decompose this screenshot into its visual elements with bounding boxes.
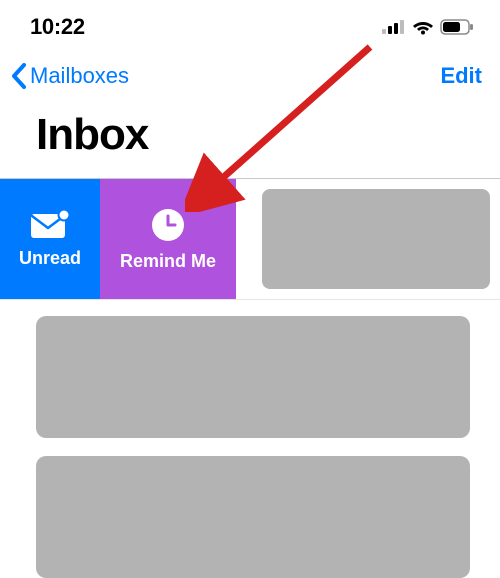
remind-label: Remind Me [120,251,216,272]
message-list[interactable] [0,300,500,578]
status-icons [382,19,474,35]
back-label: Mailboxes [30,63,129,89]
envelope-icon [29,210,71,240]
mark-unread-button[interactable]: Unread [0,179,100,299]
unread-label: Unread [19,248,81,269]
edit-button[interactable]: Edit [440,63,482,89]
clock-icon [150,207,186,243]
page-title: Inbox [0,96,500,178]
status-bar: 10:22 [0,0,500,50]
chevron-left-icon [10,62,28,90]
status-time: 10:22 [30,14,85,40]
battery-icon [440,19,474,35]
message-content-placeholder [262,189,490,289]
list-item[interactable] [36,316,470,438]
remind-me-button[interactable]: Remind Me [100,179,236,299]
message-preview-area[interactable] [236,179,500,299]
list-item[interactable] [36,456,470,578]
nav-header: Mailboxes Edit [0,50,500,96]
back-button[interactable]: Mailboxes [10,62,129,90]
wifi-icon [412,19,434,35]
swiped-message-row[interactable]: Unread Remind Me [0,178,500,300]
cellular-icon [382,20,406,34]
